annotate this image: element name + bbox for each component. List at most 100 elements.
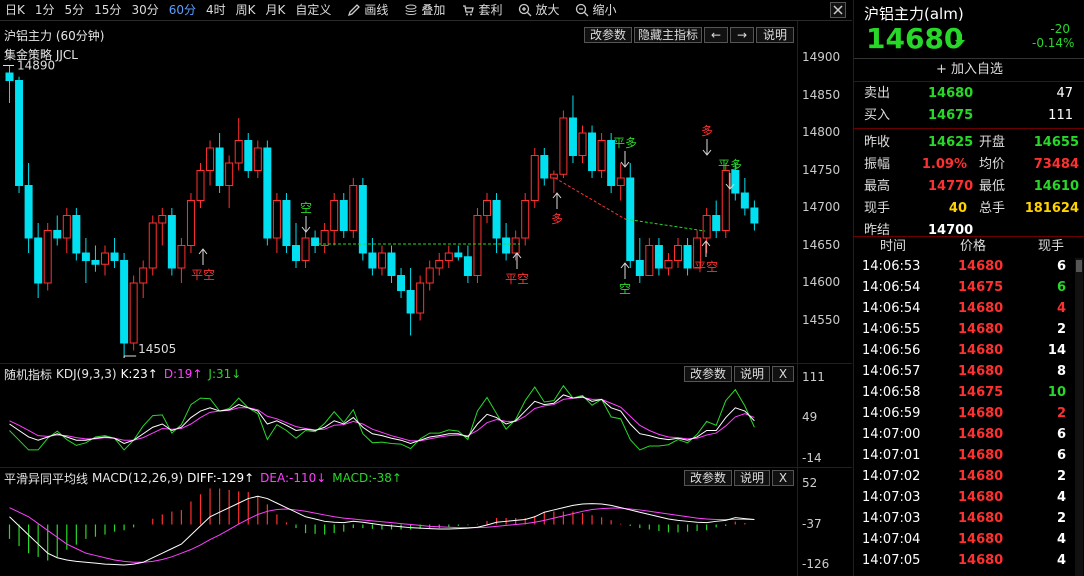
candle-body [196,170,205,201]
tool-cart-button[interactable]: 套利 [456,0,507,20]
tick-time: 14:07:00 [862,427,921,442]
tick-price: 14680 [958,532,1004,547]
kdj-axis: 111 49 -14 [797,364,853,467]
candle-body [463,256,472,276]
stat-label: 昨收 [864,135,891,150]
candle-body [349,185,358,231]
period-tab-7[interactable]: 周K [231,0,261,20]
pencil-icon [348,4,361,17]
tick-price: 14680 [958,343,1004,358]
candlestick-chart[interactable]: 1489014505平空空多平空平多空多平多平空 [0,21,852,363]
candle-body [397,275,406,291]
macd-dea-line [9,507,755,563]
tick-price: 14680 [958,427,1004,442]
candle-body [712,215,721,231]
candle-body [148,222,157,269]
high-price-label: 14890 [17,59,55,73]
tick-volume: 2 [1056,511,1066,526]
period-tab-2[interactable]: 5分 [60,0,90,20]
tick-price: 14675 [958,280,1004,295]
candle-body [473,215,482,276]
macd-chart[interactable] [0,468,852,576]
tick-price: 14680 [958,259,1004,274]
tick-price: 14680 [958,364,1004,379]
tick-row: 14:07:03 14680 4 [854,487,1076,508]
tool-zoom-out-button[interactable]: 缩小 [570,0,621,20]
signal-arrow-up-icon [198,248,208,265]
tool-pencil-button[interactable]: 画线 [342,0,393,20]
buy-label: 买入 [864,108,891,123]
tick-volume: 6 [1056,448,1066,463]
stat-label: 总手 [979,201,1006,216]
tick-time: 14:07:01 [862,448,921,463]
period-tab-1[interactable]: 1分 [30,0,60,20]
trade-signal: 空 [619,262,631,296]
period-tab-4[interactable]: 30分 [126,0,163,20]
signal-label: 平多 [718,158,742,172]
tool-zoom-in-button[interactable]: 放大 [513,0,564,20]
signal-arrow-up-icon [620,262,630,279]
candle-body [186,200,195,246]
stat-value: 14610 [1033,179,1079,194]
candle-body [129,282,138,344]
zoom-in-icon [519,3,532,17]
ticks-scroll-thumb[interactable] [1076,260,1082,272]
stat-value: 14770 [928,179,974,194]
candle-body [721,170,730,231]
tick-row: 14:06:57 14680 8 [854,361,1076,382]
period-tab-3[interactable]: 15分 [89,0,126,20]
kdj-chart[interactable] [0,364,852,467]
candle-body [311,237,320,246]
candle-body [406,290,415,314]
trade-signal: 多 [551,192,563,226]
add-favorite-button[interactable]: + 加入自选 [854,58,1084,82]
price-axis: 14900 14850 14800 14750 14700 14650 14600 14550 [797,21,853,363]
period-tab-5[interactable]: 60分 [164,0,201,20]
candle-body [502,237,511,254]
stat-value: 73484 [1033,157,1079,172]
candle-body [435,260,444,269]
tick-volume: 4 [1056,553,1066,568]
ticks-scrollbar[interactable] [1075,258,1083,576]
tick-row: 14:07:01 14680 6 [854,445,1076,466]
trade-signal: 平空 [505,252,529,286]
candle-body [272,200,281,239]
period-tab-0[interactable]: 日K [0,0,30,20]
candle-body [664,260,673,269]
tick-row: 14:06:54 14675 6 [854,277,1076,298]
trade-signal: 多 [701,124,713,156]
candle-body [444,252,453,261]
axis-label: 14900 [802,50,841,64]
candle-body [110,252,119,261]
period-tab-8[interactable]: 月K [261,0,291,20]
candle-body [425,267,434,284]
period-tab-6[interactable]: 4时 [201,0,231,20]
candle-body [368,252,377,269]
candle-body [588,132,597,171]
stat-value: 14655 [1033,135,1079,150]
candle-body [387,252,396,276]
tool-label: 放大 [535,3,560,17]
ticks-header: 时间 价格 现手 [854,237,1084,257]
stat-label: 开盘 [979,135,1006,150]
tick-time: 14:07:04 [862,532,921,547]
candle-body [568,117,577,156]
candle-body [253,147,262,171]
tick-time: 14:06:56 [862,343,921,358]
tool-stack-button[interactable]: 叠加 [399,0,450,20]
close-panel-icon[interactable] [830,2,846,18]
sell-volume: 47 [1056,86,1073,101]
tick-volume: 6 [1056,427,1066,442]
tick-price: 14680 [958,406,1004,421]
cart-icon [463,5,475,16]
candle-body [15,80,24,186]
period-tab-9[interactable]: 自定义 [290,0,336,20]
tick-time: 14:07:03 [862,490,921,505]
tick-volume: 2 [1056,469,1066,484]
sell-price: 14680 [928,86,974,101]
stack-icon [405,4,417,15]
axis-label: -14 [802,451,822,465]
sell-row: 卖出 14680 47 [854,83,1084,105]
tool-label: 缩小 [592,3,617,17]
buy-volume: 111 [1048,108,1073,123]
